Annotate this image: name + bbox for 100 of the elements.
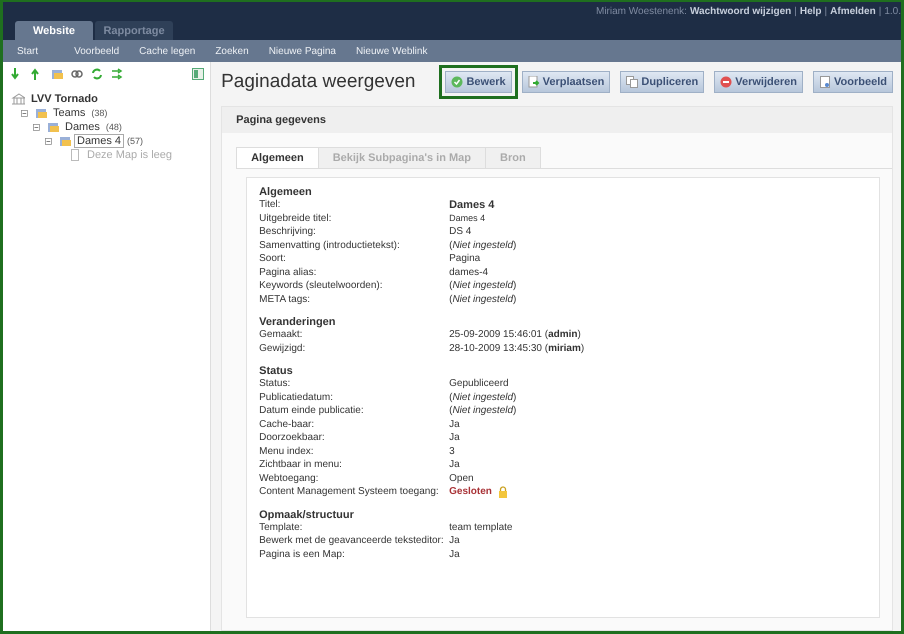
field-label: Status: (259, 378, 292, 390)
separator: | (824, 6, 828, 17)
field-label: Bewerk met de geavanceerde teksteditor: (259, 535, 445, 546)
collapse-icon (21, 107, 30, 119)
field-label: Datum einde publicatie: (259, 405, 365, 416)
field-label: Doorzoekbaar: (259, 432, 326, 444)
field-value: DS 4 (449, 226, 472, 238)
copy-icon (626, 76, 638, 88)
arrow-up-icon (29, 68, 41, 80)
item-count: (57) (127, 136, 144, 146)
separator: | (878, 6, 882, 17)
nav-link[interactable]: Nieuwe Pagina (258, 46, 346, 56)
field-value: Ja (449, 535, 461, 546)
field-value: (Niet ingesteld) (449, 240, 518, 251)
field-value: Ja (449, 432, 461, 444)
tree-item[interactable]: Dames 4 (74, 134, 124, 148)
field-label: Uitgebreide titel: (259, 212, 332, 224)
field-value: (Niet ingesteld) (449, 392, 518, 403)
field-value: Gepubliceerd (449, 378, 510, 390)
check-icon (451, 76, 464, 88)
header-link[interactable]: Help (800, 6, 822, 17)
collapse-icon (33, 121, 42, 133)
field-label: Cache-baar: (259, 418, 316, 430)
header-link[interactable]: Wachtwoord wijzigen (690, 6, 792, 17)
section-title: Veranderingen (259, 316, 337, 328)
field-value: Pagina (449, 253, 482, 264)
panel-title: Pagina gegevens (222, 107, 892, 133)
tree-root[interactable]: LVV Tornado (28, 92, 101, 106)
site-icon (9, 93, 25, 105)
field-label: Beschrijving: (259, 226, 317, 238)
field-label: Zichtbaar in menu: (259, 459, 343, 470)
field-value: (Niet ingesteld) (449, 405, 518, 416)
action-button[interactable]: Dupliceren (620, 71, 704, 93)
action-button[interactable]: Bewerk (445, 71, 512, 93)
field-value: Dames 4 (449, 198, 496, 211)
field-value: dames-4 (449, 266, 490, 278)
field-label: Soort: (259, 253, 287, 264)
action-button[interactable]: Voorbeeld (813, 71, 893, 93)
panel-icon (192, 68, 204, 80)
folder-icon (49, 68, 63, 80)
field-value: (Niet ingesteld) (449, 280, 518, 292)
section-title: Algemeen (259, 186, 313, 198)
field-value: Open (449, 472, 475, 484)
section-title: Opmaak/structuur (259, 508, 355, 520)
action-button[interactable]: Verplaatsen (522, 71, 610, 93)
field-label: Samenvatting (introductietekst): (259, 240, 401, 251)
tab[interactable]: Algemeen (236, 147, 319, 168)
folder-icon (45, 121, 59, 133)
nav-link[interactable]: Zoeken (205, 46, 259, 56)
field-label: Keywords (sleutelwoorden): (259, 280, 384, 292)
nav-link[interactable]: Cache legen (129, 46, 206, 56)
folder-icon (57, 135, 71, 147)
minus-circle-icon (720, 76, 732, 88)
tree-item[interactable]: Teams (50, 106, 88, 120)
version-text: 1.0. (884, 6, 901, 17)
refresh-icon (91, 68, 103, 80)
nav-link[interactable]: Nieuwe Weblink (346, 46, 438, 56)
field-label: Publicatiedatum: (259, 392, 334, 403)
field-value: (Niet ingesteld) (449, 294, 518, 305)
field-value: Ja (449, 459, 461, 470)
empty-folder-note: Deze Map is leeg (86, 148, 173, 162)
action-button[interactable]: Verwijderen (714, 71, 804, 93)
folder-icon (33, 107, 47, 119)
top-tab[interactable]: Website (15, 21, 93, 40)
page-icon (69, 149, 81, 161)
arrow-down-icon (9, 68, 21, 80)
page-title: Paginadata weergeven (221, 71, 416, 93)
top-tab[interactable]: Rapportage (95, 21, 173, 40)
field-label: Template: (259, 522, 304, 533)
field-value: Dames 4 (449, 213, 486, 224)
field-value: 25-09-2009 15:46:01 (admin) (449, 329, 582, 340)
field-value: Ja (449, 548, 461, 560)
field-label: Content Management Systeem toegang: (259, 486, 440, 498)
field-label: Webtoegang: (259, 472, 320, 484)
field-label: Menu index: (259, 446, 315, 457)
nav-link[interactable]: Voorbeeld (64, 46, 130, 56)
field-label: Pagina alias: (259, 266, 318, 278)
field-label: Gewijzigd: (259, 342, 306, 354)
header-link[interactable]: Afmelden (830, 6, 876, 17)
field-value: 3 (449, 446, 456, 457)
link-icon (71, 68, 83, 80)
field-value: 28-10-2009 13:45:30 (miriam) (449, 342, 586, 354)
tree-item[interactable]: Dames (62, 120, 103, 134)
field-value: Gesloten (449, 486, 867, 498)
field-label: Pagina is een Map: (259, 548, 346, 560)
user-name: Miriam Woestenenk: (596, 6, 687, 17)
field-value: team template (449, 522, 514, 533)
lock-icon (496, 486, 509, 498)
separator: | (794, 6, 797, 17)
field-value: Ja (449, 418, 461, 430)
collapse-icon (45, 135, 54, 147)
field-label: META tags: (259, 294, 312, 305)
nav-link[interactable]: Start (7, 46, 64, 56)
document-arrow-icon (528, 76, 540, 88)
item-count: (48) (106, 122, 122, 132)
document-icon (819, 76, 832, 88)
field-label: Titel: (259, 199, 282, 210)
item-count: (38) (91, 108, 108, 118)
section-title: Status (259, 365, 294, 377)
field-label: Gemaakt: (259, 329, 304, 340)
